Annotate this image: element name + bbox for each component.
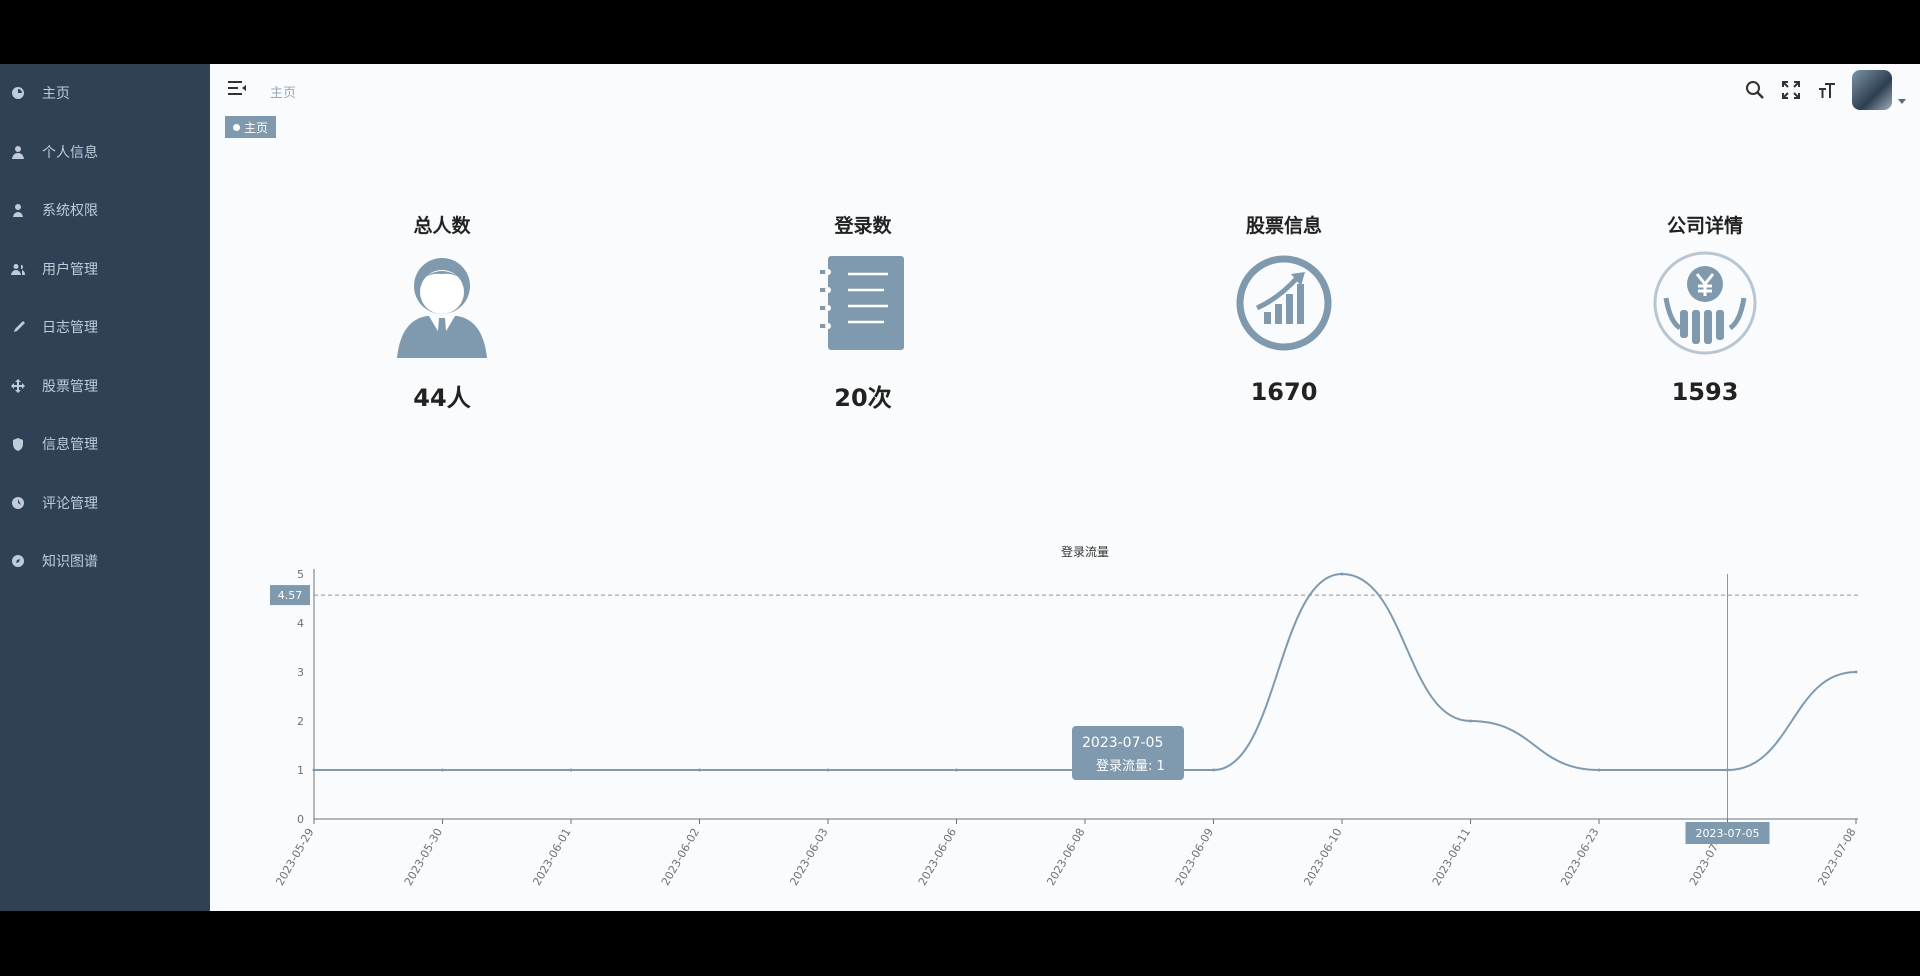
- sidebar-item-label: 信息管理: [42, 437, 98, 454]
- tag-home[interactable]: 主页: [225, 116, 277, 138]
- card-value: 1593: [1671, 378, 1739, 406]
- user-icon: [10, 144, 26, 160]
- data-point: [1212, 768, 1215, 772]
- data-point: [569, 768, 573, 772]
- lock-user-icon: [10, 202, 26, 218]
- users-icon: [10, 261, 26, 277]
- sidebar: 主页个人信息系统权限用户管理日志管理股票管理信息管理评论管理知识图谱: [0, 64, 210, 911]
- x-tick-label: 2023-06-01: [530, 826, 573, 888]
- navbar: 主页: [210, 64, 1920, 112]
- avatar[interactable]: [1852, 70, 1892, 110]
- pen-icon: [10, 319, 26, 335]
- sidebar-item-label: 系统权限: [42, 203, 98, 220]
- y-tick-label: 1: [297, 764, 304, 777]
- x-tick-label: 2023-06-09: [1173, 826, 1216, 888]
- sidebar-item-7[interactable]: 评论管理: [0, 474, 210, 533]
- sidebar-item-3[interactable]: 用户管理: [0, 240, 210, 299]
- x-tick-label: 2023-06-02: [659, 826, 702, 888]
- yuan-finance-icon: [1650, 248, 1760, 358]
- sidebar-item-label: 股票管理: [42, 378, 98, 395]
- dot-icon: [233, 123, 240, 131]
- search-icon[interactable]: [1744, 79, 1766, 101]
- card-value: 1670: [1250, 378, 1318, 406]
- y-tick-label: 3: [297, 666, 304, 679]
- card-stocks[interactable]: 股票信息 1670: [1184, 214, 1384, 406]
- main-content: 主页 主页 总人数 44人 登录数 20次 股票信息 1670 公司详情 159…: [210, 64, 1920, 911]
- app-window: 主页个人信息系统权限用户管理日志管理股票管理信息管理评论管理知识图谱 主页: [0, 64, 1920, 911]
- data-point: [955, 768, 958, 772]
- right-menu: [1744, 70, 1906, 110]
- compass-icon: [10, 553, 26, 569]
- growth-chart-icon: [1229, 248, 1339, 358]
- tooltip-text: 登录流量: 1: [1096, 759, 1165, 774]
- data-point: [1854, 670, 1858, 674]
- data-point: [1340, 572, 1344, 576]
- breadcrumb[interactable]: 主页: [270, 82, 296, 101]
- sidebar-item-label: 日志管理: [42, 320, 98, 337]
- data-point: [698, 768, 701, 772]
- data-point: [1469, 719, 1472, 723]
- y-tick-label: 2: [297, 715, 304, 728]
- tags-view: 主页: [210, 112, 1920, 142]
- crosshair-y-label: 4.57: [278, 589, 303, 602]
- x-tick-label: 2023-06-23: [1558, 826, 1601, 888]
- font-size-icon[interactable]: [1816, 79, 1838, 101]
- move-icon: [10, 378, 26, 394]
- sidebar-item-8[interactable]: 知识图谱: [0, 532, 210, 591]
- sidebar-item-label: 主页: [42, 86, 70, 103]
- chart-title: 登录流量: [1061, 544, 1109, 559]
- sidebar-item-6[interactable]: 信息管理: [0, 415, 210, 474]
- sidebar-item-0[interactable]: 主页: [0, 64, 210, 123]
- hamburger-icon[interactable]: [226, 78, 248, 98]
- tag-label: 主页: [244, 120, 269, 135]
- card-title: 登录数: [834, 215, 892, 237]
- card-title: 总人数: [413, 215, 471, 237]
- shield-icon: [10, 436, 26, 452]
- x-tick-label: 2023-06-06: [916, 826, 959, 888]
- sidebar-item-label: 知识图谱: [42, 554, 98, 571]
- x-tick-label: 2023-05-29: [273, 826, 316, 888]
- crosshair-x-label: 2023-07-05: [1696, 827, 1760, 840]
- login-traffic-chart[interactable]: 登录流量 0 1 2 3 4 5 2023-05-29 2023-05-30 2023-06-01…: [210, 464, 1920, 904]
- tooltip-date: 2023-07-05: [1082, 735, 1163, 751]
- card-total-users[interactable]: 总人数 44人: [342, 214, 542, 413]
- card-title: 公司详情: [1666, 215, 1743, 237]
- sidebar-item-4[interactable]: 日志管理: [0, 298, 210, 357]
- y-tick-label: 0: [297, 813, 304, 826]
- tooltip-marker: [1082, 761, 1090, 769]
- notebook-icon: [808, 248, 918, 358]
- x-tick-label: 2023-07-08: [1815, 826, 1858, 888]
- card-logins[interactable]: 登录数 20次: [763, 214, 963, 413]
- card-value: 20次: [834, 384, 892, 412]
- x-tick-label: 2023-06-03: [787, 826, 830, 888]
- x-tick-label: 2023-06-10: [1301, 826, 1344, 888]
- y-tick-label: 5: [297, 568, 304, 581]
- dashboard-icon: [10, 85, 26, 101]
- card-company[interactable]: 公司详情 1593: [1605, 214, 1805, 406]
- data-point: [441, 768, 444, 772]
- sidebar-item-label: 个人信息: [42, 144, 98, 161]
- caret-down-icon[interactable]: [1898, 98, 1906, 104]
- stat-cards: 总人数 44人 登录数 20次 股票信息 1670 公司详情 1593: [210, 214, 1920, 444]
- businessman-icon: [387, 248, 497, 358]
- sidebar-item-label: 评论管理: [42, 495, 98, 512]
- sidebar-item-2[interactable]: 系统权限: [0, 181, 210, 240]
- card-title: 股票信息: [1245, 215, 1322, 237]
- data-point: [826, 768, 830, 772]
- fullscreen-icon[interactable]: [1780, 79, 1802, 101]
- data-point: [1597, 768, 1601, 772]
- x-tick-label: 2023-06-11: [1430, 826, 1473, 888]
- sidebar-item-5[interactable]: 股票管理: [0, 357, 210, 416]
- x-tick-label: 2023-06-08: [1044, 826, 1087, 888]
- sidebar-item-1[interactable]: 个人信息: [0, 123, 210, 182]
- data-point: [312, 768, 316, 772]
- card-value: 44人: [413, 384, 471, 412]
- clock-icon: [10, 495, 26, 511]
- x-tick-label: 2023-05-30: [402, 826, 445, 888]
- y-tick-label: 4: [297, 617, 304, 630]
- sidebar-item-label: 用户管理: [42, 261, 98, 278]
